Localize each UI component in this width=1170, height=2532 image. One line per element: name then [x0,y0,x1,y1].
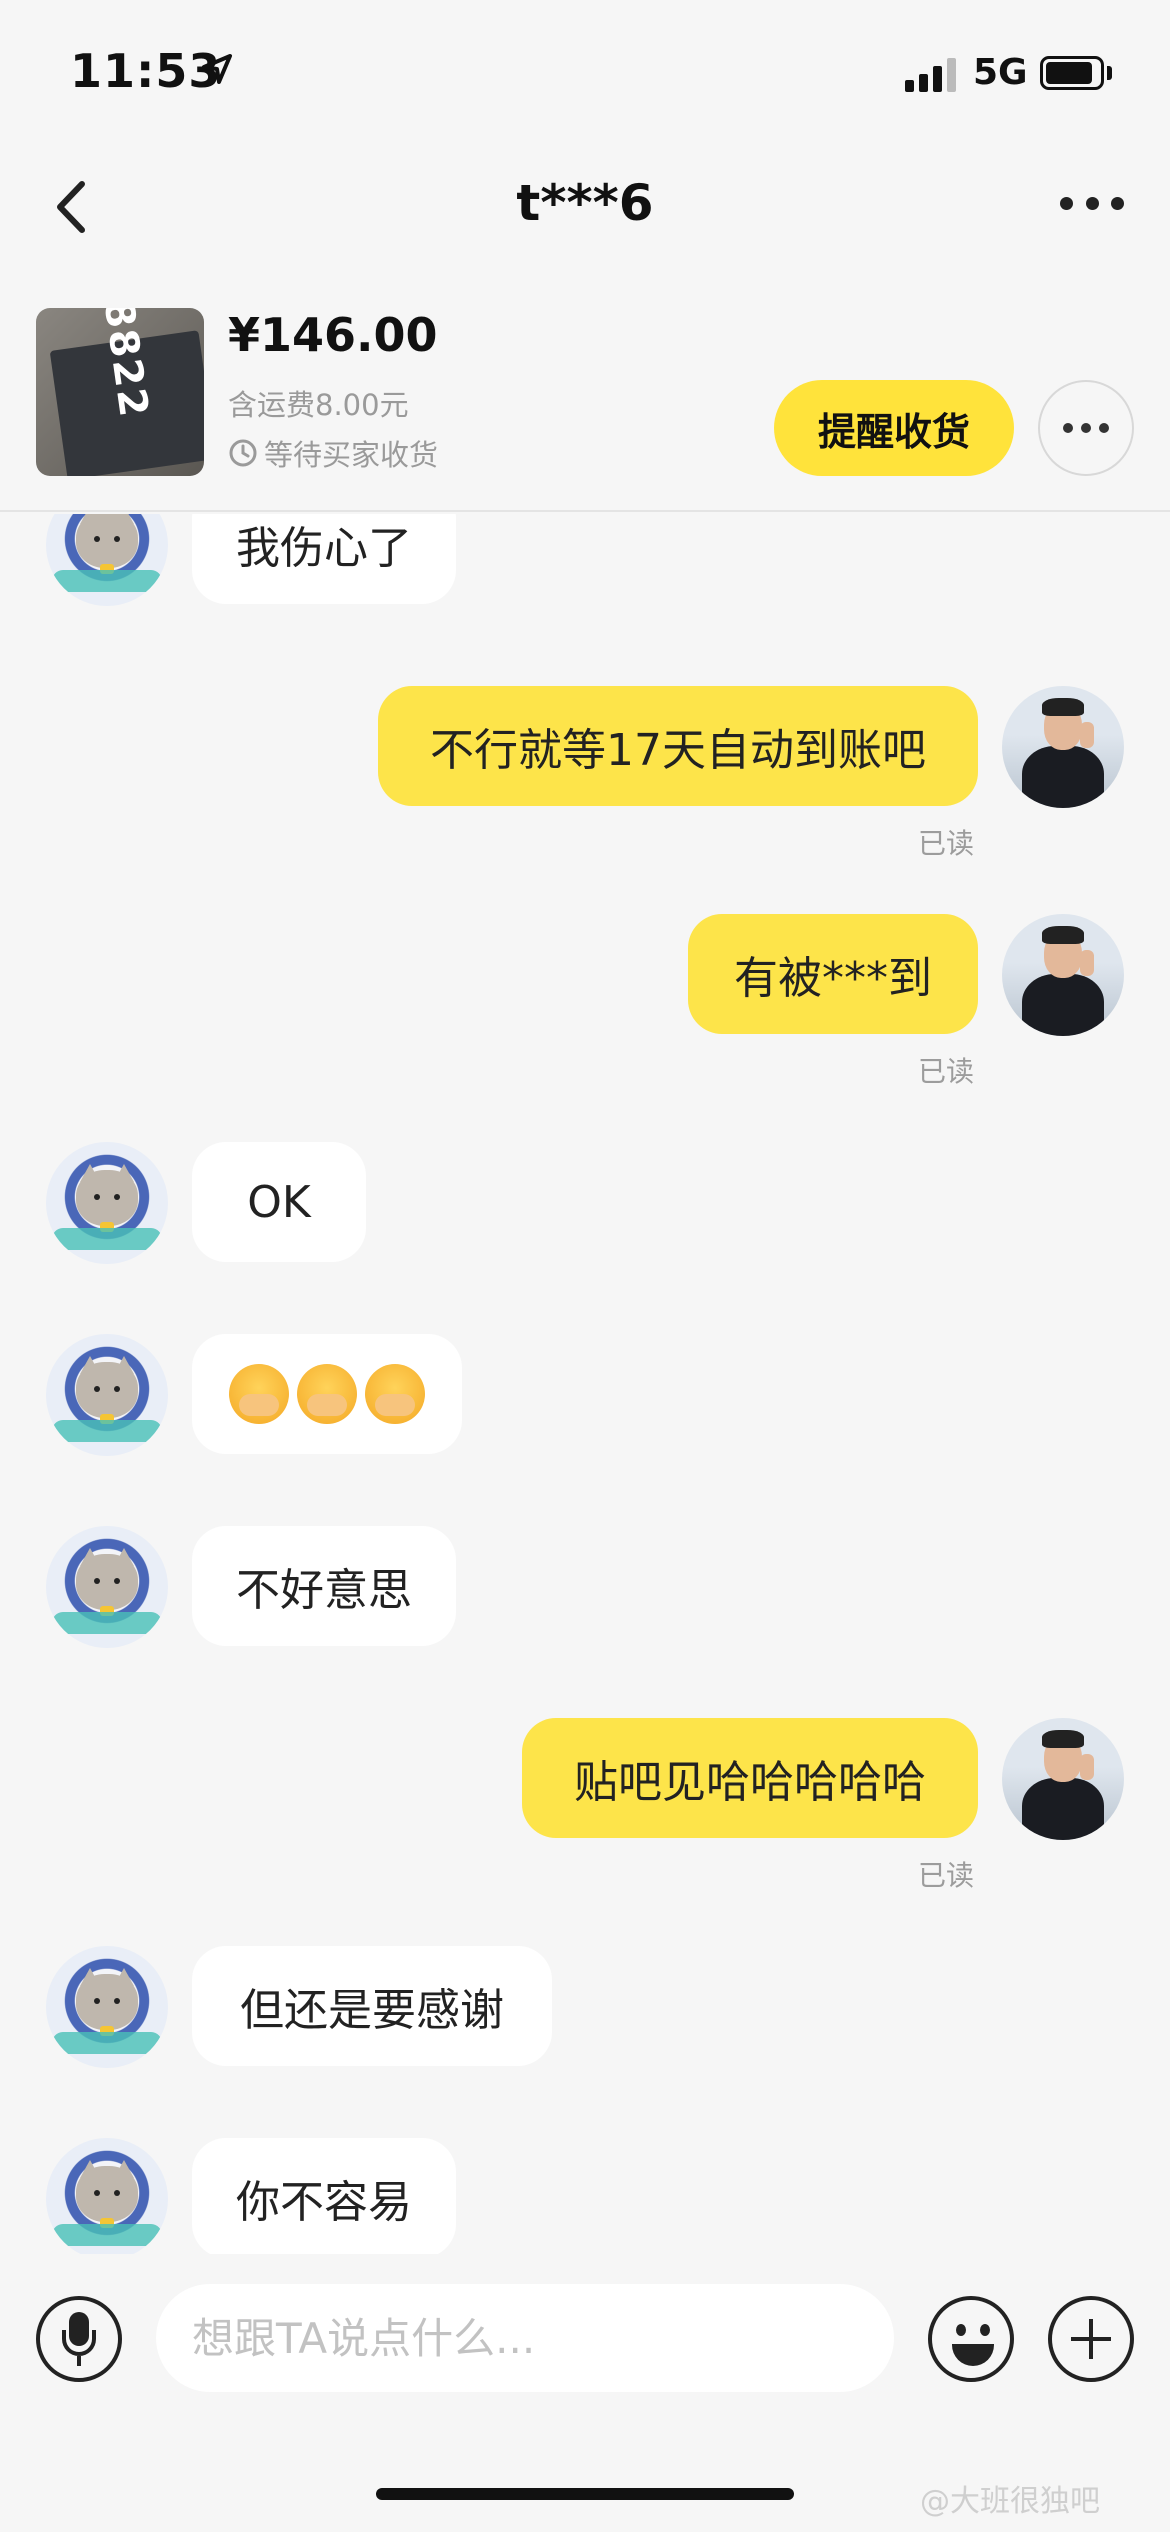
chat-title: t***6 [516,174,654,232]
order-status: 等待买家收货 [228,432,438,474]
message-bubble[interactable]: 但还是要感谢 [192,1946,552,2066]
message-incoming: 但还是要感谢 [0,1946,1170,2076]
user-avatar[interactable] [1002,914,1124,1036]
read-receipt: 已读 [918,827,975,860]
message-bubble[interactable]: 不行就等17天自动到账吧 [378,686,978,806]
seller-avatar[interactable] [46,1946,168,2068]
face-with-hands-emoji-icon [297,1364,357,1424]
user-avatar[interactable] [1002,1718,1124,1840]
message-bubble[interactable]: 我伤心了 [192,514,456,604]
product-shipping: 含运费8.00元 [228,388,409,422]
emoji-message-bubble[interactable] [192,1334,462,1454]
message-bubble[interactable]: 有被***到 [688,914,978,1034]
battery-tip [1107,66,1112,80]
seller-avatar[interactable] [46,2138,168,2254]
emoji-icon[interactable] [928,2296,1014,2382]
message-incoming [0,1334,1170,1464]
message-outgoing: 有被***到 已读 [0,914,1170,1094]
message-incoming: 我伤心了 [0,514,1170,614]
message-input[interactable] [156,2284,894,2392]
seller-avatar[interactable] [46,514,168,606]
remind-receipt-button[interactable]: 提醒收货 [774,380,1014,476]
more-options-icon[interactable] [1052,178,1132,228]
home-indicator[interactable] [376,2488,794,2500]
user-avatar[interactable] [1002,686,1124,808]
watermark: @大班很独吧 [920,2484,1100,2519]
product-price: ¥146.00 [228,308,438,362]
message-bubble[interactable]: 不好意思 [192,1526,456,1646]
message-incoming: 你不容易 [0,2138,1170,2254]
network-label: 5G [973,52,1028,93]
message-bubble[interactable]: 贴吧见哈哈哈哈哈 [522,1718,978,1838]
order-status-text: 等待买家收货 [264,438,439,472]
seller-avatar[interactable] [46,1526,168,1648]
status-bar: 11:53 5G [0,0,1170,150]
read-receipt: 已读 [918,1055,975,1088]
message-incoming: 不好意思 [0,1526,1170,1656]
clock-icon [229,439,257,467]
signal-icon [905,58,956,92]
message-outgoing: 不行就等17天自动到账吧 已读 [0,686,1170,866]
seller-avatar[interactable] [46,1334,168,1456]
nav-bar: t***6 [0,160,1170,250]
status-time: 11:53 [70,44,222,98]
message-bubble[interactable]: 你不容易 [192,2138,456,2254]
message-outgoing: 贴吧见哈哈哈哈哈 已读 [0,1718,1170,1898]
battery-icon [1040,56,1104,90]
input-bar [0,2268,1170,2408]
read-receipt: 已读 [918,1859,975,1892]
product-card[interactable]: 8822 ¥146.00 含运费8.00元 等待买家收货 提醒收货 [0,290,1170,512]
microphone-icon[interactable] [36,2296,122,2382]
location-arrow-icon [202,54,232,84]
message-bubble[interactable]: OK [192,1142,366,1262]
plus-icon[interactable] [1048,2296,1134,2382]
product-thumbnail[interactable]: 8822 [36,308,204,476]
product-more-icon[interactable] [1038,380,1134,476]
message-incoming: OK [0,1142,1170,1272]
face-with-hands-emoji-icon [229,1364,289,1424]
message-list[interactable]: 我伤心了 不行就等17天自动到账吧 已读 有被***到 已读 OK 不好意思 贴… [0,514,1170,2254]
face-with-hands-emoji-icon [365,1364,425,1424]
seller-avatar[interactable] [46,1142,168,1264]
